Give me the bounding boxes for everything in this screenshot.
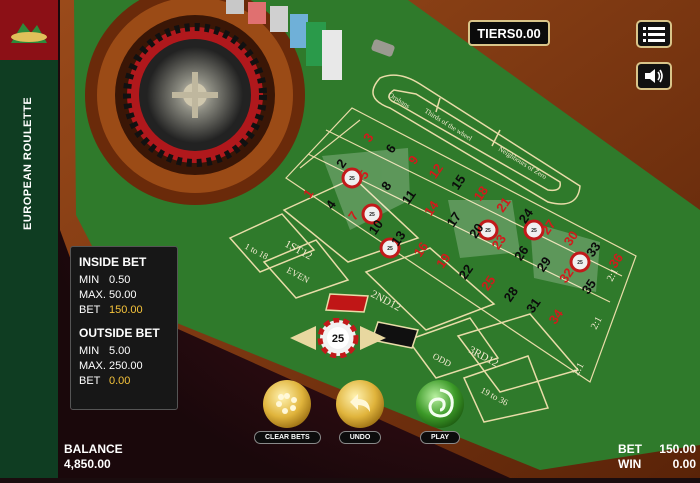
- chip-selector[interactable]: 25: [288, 317, 388, 359]
- chip-prev-arrow-icon[interactable]: [290, 326, 316, 350]
- total-bet-label: BET: [618, 442, 642, 456]
- bet-win-display: BET 150.00 WIN 0.00: [618, 442, 696, 472]
- placed-chip-value: 25: [369, 212, 375, 218]
- brand-sidebar: EUROPEAN ROULETTE: [0, 0, 58, 478]
- logo-icon: [11, 23, 47, 43]
- outside-max-value: 250.00: [109, 360, 143, 372]
- placed-chip-value: 25: [531, 228, 537, 234]
- clear-bets-icon: [263, 380, 312, 428]
- undo-button[interactable]: UNDO: [334, 380, 386, 444]
- outside-max-row: MAX. 250.00: [79, 360, 169, 372]
- inside-min-row: MIN 0.50: [79, 274, 169, 286]
- sound-button[interactable]: [636, 62, 672, 90]
- placed-chip-value: 25: [485, 228, 491, 234]
- red-bet-spot[interactable]: [325, 293, 369, 313]
- selected-chip-value: 25: [332, 333, 344, 345]
- chip-selector-art: 25: [290, 317, 386, 359]
- clear-bets-label: CLEAR BETS: [254, 431, 321, 444]
- outside-max-label: MAX.: [79, 360, 106, 372]
- chip-next-arrow-icon[interactable]: [360, 326, 386, 350]
- menu-icon: [643, 27, 665, 42]
- clear-bets-button[interactable]: CLEAR BETS: [254, 380, 321, 444]
- total-win-row: WIN 0.00: [618, 457, 696, 472]
- total-win-value: 0.00: [672, 457, 696, 471]
- total-bet-row: BET 150.00: [618, 442, 696, 457]
- balance-label: BALANCE: [64, 442, 123, 456]
- placed-chip-value: 25: [387, 246, 393, 252]
- inside-bet-title: INSIDE BET: [79, 255, 147, 269]
- undo-label: UNDO: [338, 431, 382, 444]
- balance-value: 4,850.00: [64, 457, 111, 471]
- outside-min-row: MIN 5.00: [79, 345, 169, 357]
- game-name: EUROPEAN ROULETTE: [22, 96, 34, 230]
- menu-button[interactable]: [636, 20, 672, 48]
- outside-bet-label: BET: [79, 375, 101, 387]
- bet-limits-panel: INSIDE BET MIN 0.50 MAX. 50.00 BET 150.00 O…: [70, 246, 178, 410]
- play-label: PLAY: [419, 431, 461, 444]
- outside-min-value: 5.00: [109, 345, 131, 357]
- game-logo: [0, 0, 58, 60]
- inside-bet-label: BET: [79, 304, 101, 316]
- speaker-icon: [645, 69, 663, 83]
- play-button[interactable]: PLAY: [414, 380, 466, 444]
- tiers-value: 0.00: [515, 25, 541, 41]
- outside-bet-value: 0.00: [109, 375, 131, 387]
- inside-min-label: MIN: [79, 274, 100, 286]
- inside-bet-row: BET 150.00: [79, 304, 169, 316]
- outside-bet-title: OUTSIDE BET: [79, 326, 160, 340]
- balance-display: BALANCE 4,850.00: [64, 442, 123, 472]
- undo-icon: [336, 380, 384, 428]
- tiers-label: TIERS: [477, 25, 516, 41]
- outside-bet-row: BET 0.00: [79, 375, 169, 387]
- total-win-label: WIN: [618, 457, 642, 471]
- tiers-display[interactable]: TIERS 0.00: [468, 20, 550, 46]
- spin-icon: [416, 380, 464, 428]
- placed-chip-value: 25: [577, 260, 583, 266]
- outside-min-label: MIN: [79, 345, 100, 357]
- placed-chip-value: 25: [349, 176, 355, 182]
- inside-max-value: 50.00: [109, 289, 137, 301]
- inside-max-label: MAX.: [79, 289, 106, 301]
- inside-max-row: MAX. 50.00: [79, 289, 169, 301]
- inside-bet-value: 150.00: [109, 304, 143, 316]
- total-bet-value: 150.00: [659, 442, 696, 456]
- inside-min-value: 0.50: [109, 274, 131, 286]
